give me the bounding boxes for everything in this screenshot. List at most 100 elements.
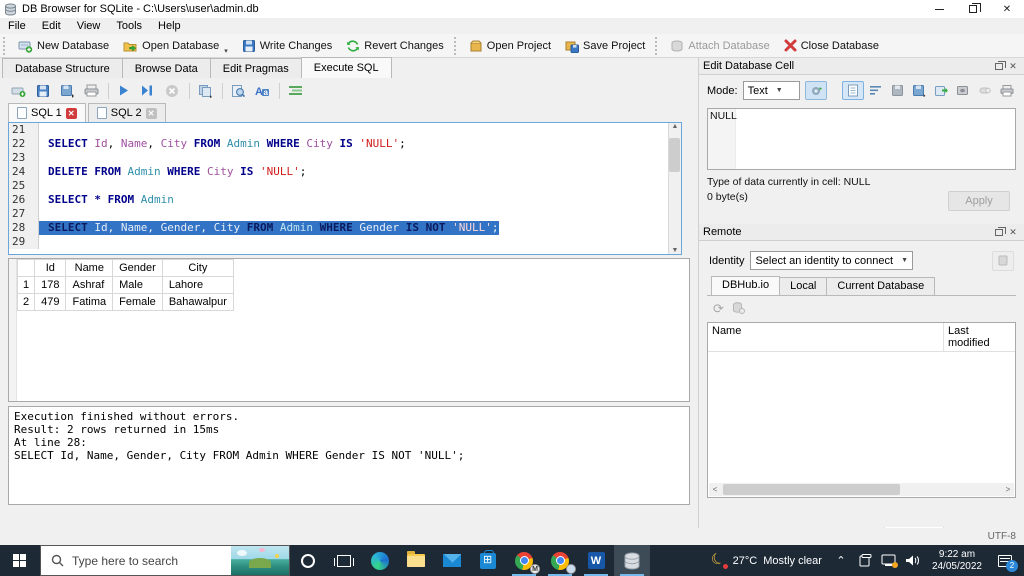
import-cell-icon[interactable] <box>930 81 952 100</box>
clone-database-icon[interactable] <box>732 301 745 317</box>
mail-icon[interactable] <box>434 545 470 576</box>
apply-button[interactable]: Apply <box>948 191 1010 211</box>
execution-log[interactable]: Execution finished without errors. Result… <box>8 406 690 505</box>
new-database-button[interactable]: New Database <box>11 35 116 57</box>
cell-value[interactable]: Female <box>112 293 163 311</box>
open-project-button[interactable]: Open Project <box>462 35 558 57</box>
action-center-icon[interactable]: 2 <box>990 545 1020 576</box>
remote-file-list[interactable]: Name Last modified < > <box>707 322 1016 498</box>
results-table[interactable]: Id Name Gender City 1 178 Ashraf Male Lahore 2 479… <box>16 259 234 311</box>
search-highlight-image[interactable] <box>231 546 289 575</box>
task-view-icon[interactable] <box>326 545 362 576</box>
cell-value[interactable]: Ashraf <box>65 276 114 294</box>
export-cell-icon[interactable] <box>952 81 974 100</box>
cell-value-editor[interactable]: NULL <box>707 108 1016 170</box>
editor-line[interactable]: 27 <box>9 207 668 221</box>
close-tab-icon[interactable]: ✕ <box>65 107 77 119</box>
cell-value[interactable]: Lahore <box>161 276 234 294</box>
menu-tools[interactable]: Tools <box>108 19 150 33</box>
tray-chevron-up-icon[interactable]: ⌃ <box>830 545 852 576</box>
editor-line[interactable]: 28 SELECT Id, Name, Gender, City FROM Adm… <box>9 221 668 235</box>
menu-help[interactable]: Help <box>150 19 189 33</box>
sql-code-area[interactable]: 21 22 SELECT Id, Name, City FROM Admin WHE… <box>9 123 668 254</box>
cell-value[interactable]: Fatima <box>65 293 114 311</box>
save-as-cell-icon[interactable] <box>908 81 930 100</box>
editor-line[interactable]: 29 <box>9 235 668 249</box>
copy-icon[interactable] <box>194 82 216 100</box>
open-sql-file-icon[interactable] <box>8 82 30 100</box>
open-database-button[interactable]: Open Database ▾ <box>116 35 235 57</box>
column-header-id[interactable]: Id <box>34 259 67 277</box>
cell-value[interactable]: Bahawalpur <box>161 293 234 311</box>
revert-changes-button[interactable]: Revert Changes <box>339 35 451 57</box>
editor-line[interactable]: 25 <box>9 179 668 193</box>
close-button[interactable]: ✕ <box>990 0 1024 18</box>
toggle-results-icon[interactable] <box>284 82 306 100</box>
remote-tab-dbhub-io[interactable]: DBHub.io <box>711 276 781 295</box>
tab-browse-data[interactable]: Browse Data <box>121 58 211 78</box>
identity-settings-icon[interactable] <box>992 250 1014 271</box>
menu-file[interactable]: File <box>0 19 34 33</box>
tab-execute-sql[interactable]: Execute SQL <box>300 57 392 78</box>
db-browser-taskbar-icon[interactable] <box>614 545 650 576</box>
close-tab-icon[interactable]: ✕ <box>145 107 157 119</box>
close-panel-icon[interactable]: ✕ <box>1006 226 1020 238</box>
remote-list-col-name[interactable]: Name <box>708 323 943 351</box>
identity-select[interactable]: Select an identity to connect ▼ <box>750 251 913 270</box>
stop-icon[interactable] <box>161 82 183 100</box>
menu-view[interactable]: View <box>69 19 109 33</box>
print-icon[interactable] <box>80 82 102 100</box>
remote-list-col-modified[interactable]: Last modified <box>943 323 1015 351</box>
editor-scroll-thumb[interactable] <box>669 138 680 172</box>
word-wrap-icon[interactable] <box>864 81 886 100</box>
search-box[interactable]: Type here to search <box>40 545 290 576</box>
execute-line-icon[interactable] <box>137 82 159 100</box>
word-icon[interactable]: W <box>578 545 614 576</box>
save-cell-icon[interactable] <box>886 81 908 100</box>
start-button[interactable] <box>0 545 40 576</box>
document-view-icon[interactable] <box>842 81 864 100</box>
tray-phone-icon[interactable] <box>854 545 876 576</box>
column-header-city[interactable]: City <box>161 259 234 277</box>
save-project-button[interactable]: Save Project <box>558 35 652 57</box>
store-icon[interactable] <box>470 545 506 576</box>
save-as-icon[interactable] <box>56 82 78 100</box>
format-icon[interactable]: Aa <box>251 82 273 100</box>
sql-doc-tab-sql-1[interactable]: SQL 1 ✕ <box>8 103 86 122</box>
sql-editor[interactable]: 21 22 SELECT Id, Name, City FROM Admin WHE… <box>8 122 682 255</box>
chrome-icon-2[interactable] <box>542 545 578 576</box>
import-settings-icon[interactable] <box>805 81 827 100</box>
cell-value[interactable]: 479 <box>34 293 67 311</box>
editor-line[interactable]: 22 SELECT Id, Name, City FROM Admin WHERE… <box>9 137 668 151</box>
scroll-left-icon[interactable]: < <box>709 485 721 494</box>
tab-edit-pragmas[interactable]: Edit Pragmas <box>209 58 302 78</box>
refresh-icon[interactable]: ⟳ <box>713 301 724 317</box>
remote-tab-local[interactable]: Local <box>779 277 828 295</box>
null-cell-icon[interactable] <box>974 81 996 100</box>
dropdown-arrow-icon[interactable]: ▾ <box>224 47 228 55</box>
save-sql-file-icon[interactable] <box>32 82 54 100</box>
close-panel-icon[interactable]: ✕ <box>1006 60 1020 72</box>
remote-horizontal-scrollbar[interactable]: < > <box>709 483 1014 496</box>
close-database-button[interactable]: Close Database <box>777 35 886 57</box>
weather-widget[interactable]: 27°C Mostly clear <box>705 553 828 569</box>
table-row[interactable]: 1 178 Ashraf Male Lahore <box>16 276 234 294</box>
column-header-name[interactable]: Name <box>65 259 114 277</box>
float-panel-icon[interactable] <box>992 60 1006 72</box>
cortana-icon[interactable] <box>290 545 326 576</box>
execute-all-icon[interactable] <box>113 82 135 100</box>
clock-widget[interactable]: 9:22 am 24/05/2022 <box>926 549 988 573</box>
scroll-thumb[interactable] <box>723 484 900 495</box>
find-replace-icon[interactable] <box>227 82 249 100</box>
file-explorer-icon[interactable] <box>398 545 434 576</box>
volume-icon[interactable] <box>902 545 924 576</box>
menu-edit[interactable]: Edit <box>34 19 69 33</box>
editor-line[interactable]: 24 DELETE FROM Admin WHERE City IS 'NULL'… <box>9 165 668 179</box>
cell-value[interactable]: 178 <box>34 276 67 294</box>
cell-value[interactable]: Male <box>112 276 163 294</box>
scroll-right-icon[interactable]: > <box>1002 485 1014 494</box>
remote-tab-current-database[interactable]: Current Database <box>826 277 936 295</box>
table-row[interactable]: 2 479 Fatima Female Bahawalpur <box>16 293 234 311</box>
restore-button[interactable] <box>956 0 990 18</box>
column-header-gender[interactable]: Gender <box>112 259 163 277</box>
